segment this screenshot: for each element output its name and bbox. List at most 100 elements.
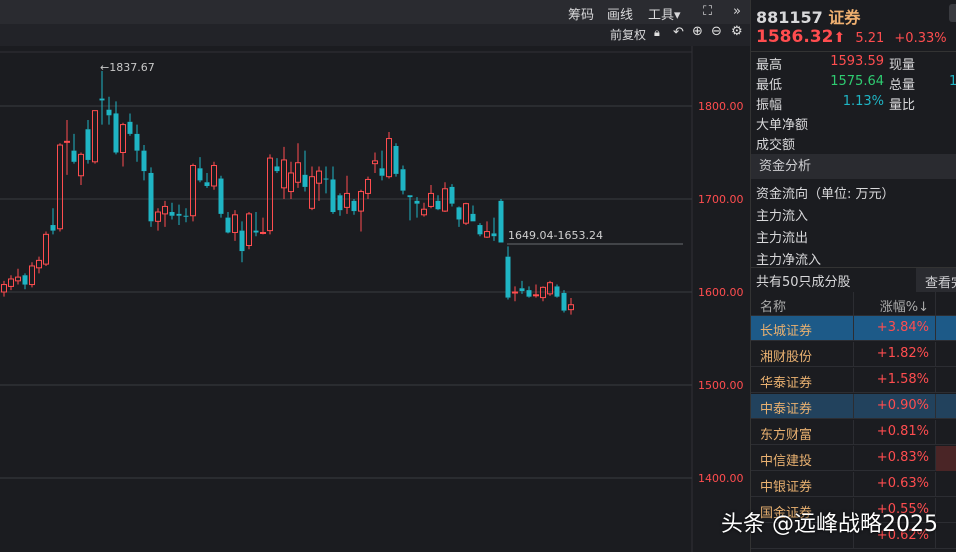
candle <box>512 286 518 302</box>
candle-body <box>50 225 56 231</box>
candle <box>50 208 56 235</box>
candle <box>120 122 126 167</box>
chart-toolbar: 筹码 画线 工具▾ ⛶ » <box>0 0 750 24</box>
candle-body <box>1 284 7 293</box>
candle-body <box>477 225 483 235</box>
candle-body <box>29 265 35 286</box>
candle-body <box>512 291 518 294</box>
adjust-mode[interactable]: 前复权 <box>610 26 646 43</box>
candle <box>8 275 14 291</box>
stock-name: 长城证券 <box>760 324 813 339</box>
y-tick-label: 1600.00 <box>698 286 744 299</box>
draw-button[interactable]: 画线 <box>607 4 633 23</box>
table-row[interactable]: 中信建投 +0.83% <box>751 446 956 471</box>
candle-body <box>533 294 539 297</box>
candle-body <box>302 174 308 187</box>
candle <box>239 221 245 263</box>
candle-body <box>92 110 98 163</box>
candle <box>295 143 301 188</box>
stock-name: 湘财股份 <box>760 350 813 365</box>
tools-menu[interactable]: 工具▾ <box>648 4 681 23</box>
candle <box>547 280 553 296</box>
candle <box>323 166 329 194</box>
stat-bigorder-label: 大单净额 <box>756 118 809 133</box>
candle <box>274 158 280 173</box>
stat-low-value: 1575.64 <box>830 74 884 89</box>
zoom-in-icon[interactable]: ⊕ <box>692 24 703 39</box>
candle-body <box>498 200 504 243</box>
candle-body <box>344 192 350 208</box>
chips-button[interactable]: 筹码 <box>568 4 594 23</box>
stat-amp-label: 振幅 <box>756 98 783 113</box>
view-all-button[interactable]: 查看完 <box>916 268 956 292</box>
table-row[interactable]: 湘财股份 +1.82% <box>751 342 956 367</box>
more-icon[interactable]: » <box>733 4 741 19</box>
candle-body <box>232 214 238 233</box>
main-outflow-label: 主力流出 <box>756 231 809 246</box>
candle-body <box>57 144 63 230</box>
settings-icon[interactable]: ⚙ <box>731 24 743 39</box>
candle <box>183 208 189 223</box>
stat-volume-label: 现量 <box>889 58 916 73</box>
candle <box>302 150 308 192</box>
stock-change: +0.63% <box>876 476 929 491</box>
table-row[interactable]: 中银证券 +0.63% <box>751 472 956 497</box>
stat-turnover-label: 成交额 <box>756 138 796 153</box>
table-row[interactable]: 华泰证券 +1.58% <box>751 368 956 393</box>
candle <box>505 246 511 300</box>
candle-body <box>127 121 133 134</box>
candle <box>344 175 350 214</box>
lock-icon[interactable]: 🔒︎ <box>654 26 660 40</box>
table-row[interactable]: 中泰证券 +0.90% <box>751 394 956 419</box>
main-inflow-label: 主力流入 <box>756 209 809 224</box>
stock-name: 证券 <box>828 8 861 27</box>
stock-change: +3.84% <box>876 320 929 335</box>
candlestick-chart[interactable]: 1800.00 1700.00 1600.00 1500.00 1400.00 ←183… <box>0 46 750 552</box>
candle <box>568 297 574 315</box>
table-row[interactable]: 长城证券 +3.84% <box>751 316 956 341</box>
candle <box>414 197 420 218</box>
candle <box>127 113 133 136</box>
panel-button[interactable] <box>949 4 956 22</box>
candle-body <box>561 292 567 311</box>
candle <box>29 262 35 288</box>
candle <box>372 152 378 173</box>
candle-body <box>211 165 217 187</box>
candle <box>162 200 168 227</box>
zoom-out-icon[interactable]: ⊖ <box>711 24 722 39</box>
candle <box>169 202 175 220</box>
candle <box>85 119 91 164</box>
candle-body <box>288 172 294 193</box>
candle-body <box>323 178 329 180</box>
candle-body <box>274 166 280 172</box>
candle-body <box>64 140 70 143</box>
y-tick-label: 1700.00 <box>698 193 744 206</box>
col-pct-sort[interactable]: 涨幅%↓ <box>880 296 929 315</box>
candle <box>309 166 315 211</box>
main-netflow-label: 主力净流入 <box>756 253 822 268</box>
fund-analysis-header[interactable]: 资金分析 <box>751 154 956 179</box>
candle-body <box>295 162 301 183</box>
fullscreen-icon[interactable]: ⛶ <box>703 4 712 19</box>
table-row[interactable]: 东方财富 +0.81% <box>751 420 956 445</box>
candle-body <box>491 233 497 237</box>
stock-name: 中银证券 <box>760 480 813 495</box>
candle-body <box>260 231 266 234</box>
stock-code: 881157 <box>756 8 823 27</box>
candle <box>15 268 21 285</box>
candle-body <box>113 113 119 153</box>
candle <box>253 212 259 237</box>
change: 5.21 <box>855 31 885 46</box>
candle-body <box>386 138 392 178</box>
undo-icon[interactable]: ↶ <box>673 25 684 40</box>
candle-body <box>463 203 469 224</box>
candle <box>421 202 427 217</box>
candle-body <box>365 178 371 194</box>
candle-body <box>449 186 455 204</box>
stat-ratio-label: 量比 <box>889 98 916 113</box>
col-name[interactable]: 名称 <box>760 296 786 315</box>
candle <box>197 157 203 183</box>
candle <box>358 189 364 232</box>
candle-body <box>442 188 448 212</box>
candle <box>288 161 294 199</box>
